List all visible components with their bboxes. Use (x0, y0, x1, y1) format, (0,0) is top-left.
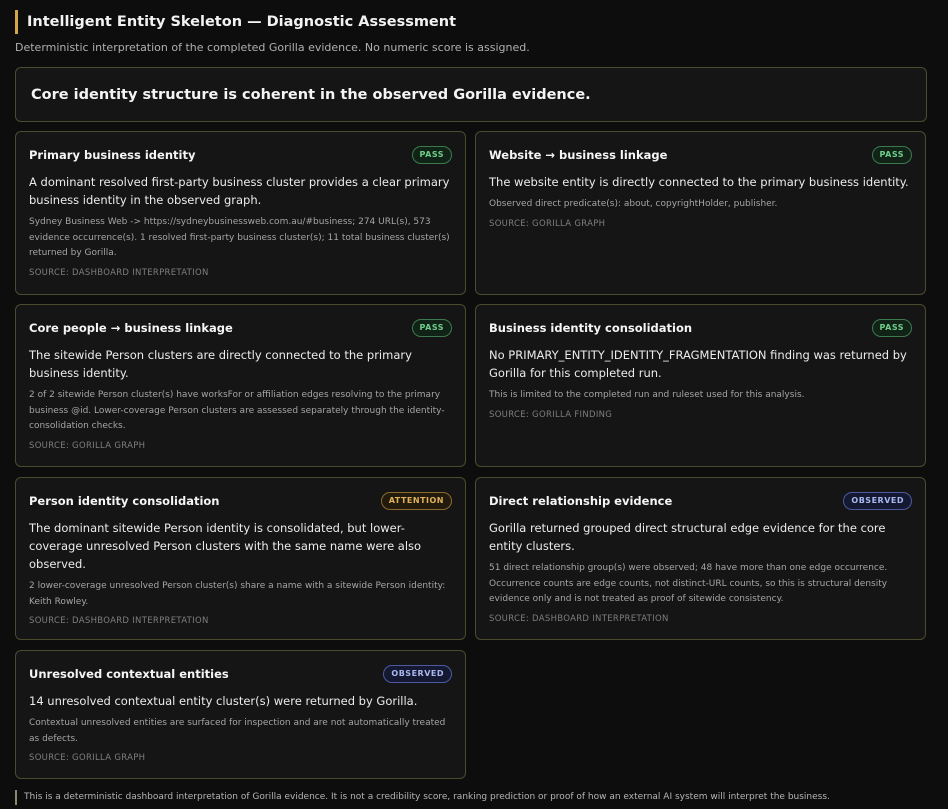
card-direct-relationship-evidence: Direct relationship evidence OBSERVED Go… (475, 477, 926, 640)
summary-text: Core identity structure is coherent in t… (31, 86, 591, 103)
card-detail: 2 of 2 sitewide Person cluster(s) have w… (29, 390, 445, 431)
card-source: SOURCE: DASHBOARD INTERPRETATION (29, 267, 209, 278)
card-source: SOURCE: GORILLA GRAPH (29, 440, 146, 451)
card-website-business-linkage: Website → business linkage PASS The webs… (475, 131, 926, 295)
status-badge: ATTENTION (380, 492, 452, 510)
card-lead: A dominant resolved first-party business… (29, 175, 450, 207)
card-detail: Contextual unresolved entities are surfa… (29, 718, 446, 744)
card-unresolved-contextual-entities: Unresolved contextual entities OBSERVED … (15, 650, 466, 779)
page-title: Intelligent Entity Skeleton — Diagnostic… (15, 10, 456, 34)
card-detail: This is limited to the completed run and… (489, 390, 805, 400)
card-primary-business-identity: Primary business identity PASS A dominan… (15, 131, 466, 295)
status-badge: PASS (871, 146, 912, 164)
status-badge: OBSERVED (383, 665, 452, 683)
card-source: SOURCE: DASHBOARD INTERPRETATION (489, 613, 669, 624)
card-detail: 2 lower-coverage unresolved Person clust… (29, 581, 446, 607)
card-person-identity-consolidation: Person identity consolidation ATTENTION … (15, 477, 466, 640)
status-badge: PASS (411, 319, 452, 337)
status-badge: OBSERVED (843, 492, 912, 510)
card-lead: The website entity is directly connected… (489, 175, 909, 189)
summary-banner: Core identity structure is coherent in t… (15, 67, 927, 122)
card-title: Person identity consolidation (29, 494, 220, 508)
status-badge: PASS (411, 146, 452, 164)
card-source: SOURCE: GORILLA FINDING (489, 409, 613, 420)
card-title: Website → business linkage (489, 148, 668, 162)
card-source: SOURCE: DASHBOARD INTERPRETATION (29, 616, 209, 626)
card-source: SOURCE: GORILLA GRAPH (489, 218, 606, 229)
card-title: Business identity consolidation (489, 321, 693, 335)
card-title: Primary business identity (29, 148, 196, 162)
card-core-people-business-linkage: Core people → business linkage PASS The … (15, 304, 466, 467)
card-detail: 51 direct relationship group(s) were obs… (489, 563, 888, 604)
card-lead: No PRIMARY_ENTITY_IDENTITY_FRAGMENTATION… (489, 348, 907, 380)
card-detail: Observed direct predicate(s): about, cop… (489, 199, 778, 209)
card-source: SOURCE: GORILLA GRAPH (29, 753, 146, 763)
card-lead: 14 unresolved contextual entity cluster(… (29, 694, 418, 708)
card-lead: Gorilla returned grouped direct structur… (489, 521, 886, 553)
card-lead: The sitewide Person clusters are directl… (29, 348, 412, 380)
card-lead: The dominant sitewide Person identity is… (29, 521, 422, 571)
status-badge: PASS (871, 319, 912, 337)
footer-disclaimer: This is a deterministic dashboard interp… (15, 790, 830, 805)
card-title: Direct relationship evidence (489, 494, 673, 508)
card-detail: Sydney Business Web -> https://sydneybus… (29, 217, 450, 258)
card-business-identity-consolidation: Business identity consolidation PASS No … (475, 304, 926, 467)
card-title: Unresolved contextual entities (29, 667, 229, 681)
page-subtitle: Deterministic interpretation of the comp… (15, 41, 530, 54)
card-title: Core people → business linkage (29, 321, 233, 335)
